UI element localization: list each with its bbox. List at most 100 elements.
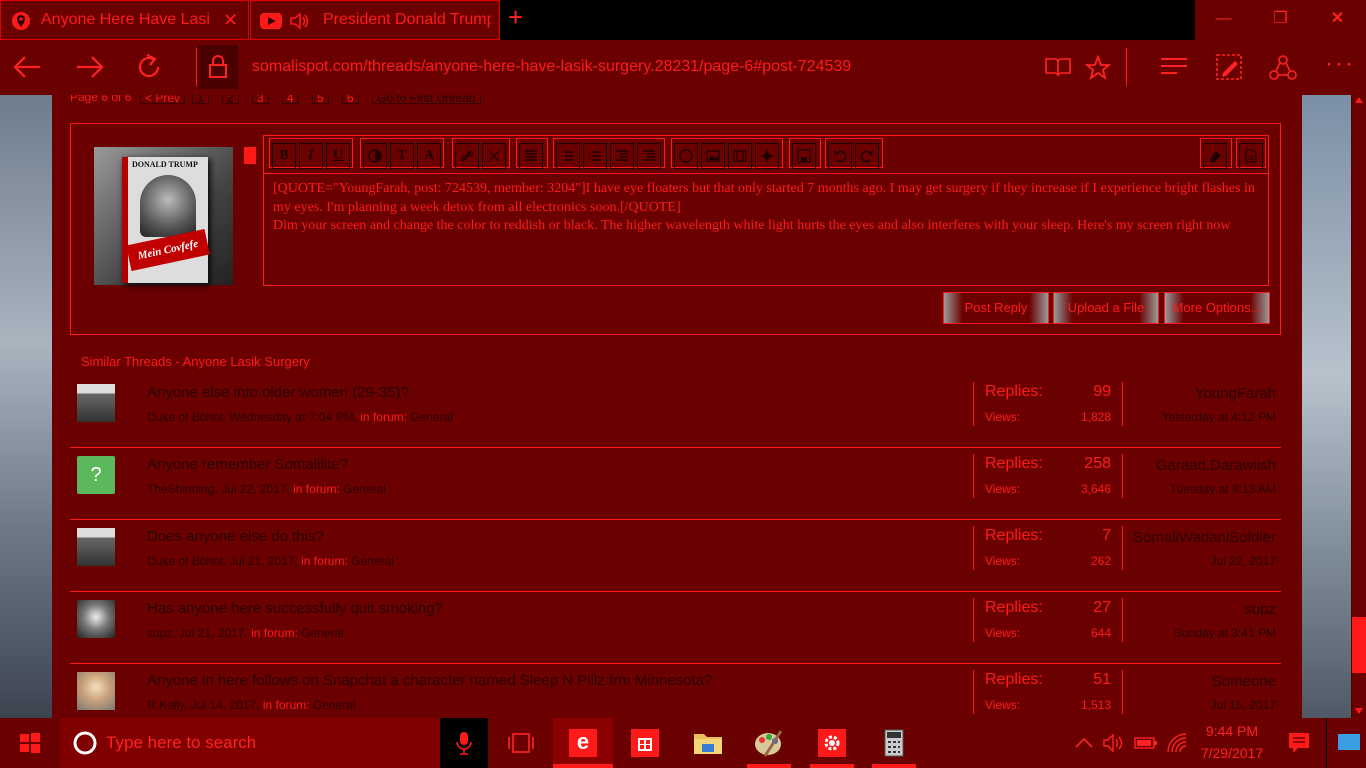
forum-link[interactable]: General <box>301 626 344 640</box>
thread-author[interactable]: R.Kelly <box>147 698 184 712</box>
bold-button[interactable]: B <box>272 143 296 169</box>
favorite-star-icon[interactable] <box>1085 55 1111 81</box>
tab-lasik[interactable]: Anyone Here Have Lasik ✕ <box>0 0 249 40</box>
italic-button[interactable]: I <box>299 143 323 169</box>
thread-author[interactable]: Duke of Bohol <box>147 554 222 568</box>
chevron-up-icon[interactable] <box>1075 737 1093 749</box>
forum-link[interactable]: General <box>410 410 453 424</box>
battery-icon[interactable] <box>1134 735 1158 751</box>
task-view-icon[interactable] <box>508 732 534 754</box>
underline-button[interactable]: U <box>326 143 350 169</box>
calculator-icon[interactable] <box>884 729 904 757</box>
thread-row[interactable]: ? Anyone remember Somalilite? TheShinnin… <box>70 448 1281 520</box>
last-poster[interactable]: Someone <box>1212 673 1276 690</box>
last-poster[interactable]: Garaad.Darawiish <box>1156 457 1276 474</box>
last-post-date[interactable]: Sunday at 3:41 PM <box>1174 626 1276 640</box>
thread-author[interactable]: TheShinning <box>147 482 214 496</box>
thread-row[interactable]: Anyone in here follows on Snapchat a cha… <box>70 664 1281 718</box>
page-link[interactable]: 4 <box>282 95 299 105</box>
web-note-icon[interactable] <box>1215 53 1243 81</box>
insert-button[interactable] <box>755 143 779 169</box>
microphone-button[interactable] <box>440 718 488 768</box>
action-center-icon[interactable] <box>1288 732 1310 754</box>
undo-button[interactable] <box>828 143 852 169</box>
windows-start-icon[interactable] <box>20 733 40 753</box>
tab-trump[interactable]: President Donald Trump <box>250 0 500 40</box>
indent-button[interactable] <box>637 143 661 169</box>
smilie-button[interactable] <box>674 143 698 169</box>
last-post-date[interactable]: Jul 15, 2017 <box>1211 698 1276 712</box>
redo-button[interactable] <box>855 143 879 169</box>
clock-date[interactable]: 7/29/2017 <box>1192 745 1272 761</box>
reading-view-icon[interactable] <box>1045 56 1071 78</box>
forum-link[interactable]: General <box>351 554 394 568</box>
page-link[interactable]: 3 <box>252 95 269 105</box>
scrollbar-thumb[interactable] <box>1352 617 1366 673</box>
thread-author[interactable]: Duke of Bohol <box>147 410 222 424</box>
search-box[interactable]: Type here to search <box>60 718 488 768</box>
more-menu-button[interactable]: ··· <box>1325 50 1355 78</box>
outdent-button[interactable] <box>610 143 634 169</box>
unlink-button[interactable] <box>482 143 506 169</box>
last-poster[interactable]: YoungFarah <box>1195 385 1276 402</box>
paint-icon[interactable] <box>753 728 785 758</box>
media-button[interactable] <box>728 143 752 169</box>
first-unread-link[interactable]: Go to First Unread <box>372 95 481 105</box>
thread-title[interactable]: Does anyone else do this? <box>147 528 324 545</box>
save-draft-button[interactable] <box>792 143 816 169</box>
prev-page-link[interactable]: < Prev <box>140 95 186 105</box>
thread-title[interactable]: Has anyone here successfully quit smokin… <box>147 600 443 617</box>
last-poster[interactable]: SomaliWadaniSoldier <box>1133 529 1276 546</box>
image-button[interactable] <box>701 143 725 169</box>
refresh-icon[interactable] <box>134 52 164 82</box>
bullet-list-button[interactable] <box>556 143 580 169</box>
hub-icon[interactable] <box>1160 56 1188 78</box>
font-family-button[interactable]: A <box>417 143 441 169</box>
back-icon[interactable] <box>12 54 42 80</box>
upload-file-button[interactable]: Upload a File <box>1053 292 1159 324</box>
close-tab-icon[interactable]: ✕ <box>223 1 238 39</box>
taskbar-store[interactable] <box>616 718 674 768</box>
thread-row[interactable]: Does anyone else do this? Duke of Bohol,… <box>70 520 1281 592</box>
remove-formatting-button[interactable] <box>1203 143 1227 169</box>
thread-title[interactable]: Anyone else into older women (29-35)? <box>147 384 409 401</box>
thread-author[interactable]: supz <box>147 626 172 640</box>
forum-link[interactable]: General <box>343 482 386 496</box>
restore-button[interactable]: ❐ <box>1252 0 1309 40</box>
last-post-date[interactable]: Jul 22, 2017 <box>1211 554 1276 568</box>
minimize-button[interactable]: — <box>1195 0 1252 40</box>
settings-icon[interactable] <box>818 729 846 757</box>
new-tab-button[interactable]: + <box>508 2 523 33</box>
file-explorer-icon[interactable] <box>693 730 723 756</box>
page-link[interactable]: 2 <box>222 95 239 105</box>
clock-time[interactable]: 9:44 PM <box>1192 723 1272 739</box>
font-size-button[interactable]: T <box>390 143 414 169</box>
link-button[interactable] <box>455 143 479 169</box>
align-button[interactable] <box>519 143 543 169</box>
scroll-up-icon[interactable] <box>1355 97 1363 103</box>
numbered-list-button[interactable] <box>583 143 607 169</box>
scroll-down-icon[interactable] <box>1355 708 1363 714</box>
thread-title[interactable]: Anyone in here follows on Snapchat a cha… <box>147 672 712 689</box>
thread-title[interactable]: Anyone remember Somalilite? <box>147 456 348 473</box>
taskbar-edge[interactable]: e <box>553 718 613 768</box>
thread-row[interactable]: Has anyone here successfully quit smokin… <box>70 592 1281 664</box>
toggle-bbcode-button[interactable] <box>1239 143 1263 169</box>
post-reply-button[interactable]: Post Reply <box>943 292 1049 324</box>
forward-icon[interactable] <box>75 54 105 80</box>
wifi-icon[interactable] <box>1166 732 1188 754</box>
close-window-button[interactable]: ✕ <box>1309 0 1366 40</box>
page-link[interactable]: 6 <box>342 95 359 105</box>
volume-icon[interactable] <box>1103 733 1125 753</box>
show-desktop-icon[interactable] <box>1338 734 1360 750</box>
thread-row[interactable]: Anyone else into older women (29-35)? Du… <box>70 376 1281 448</box>
share-icon[interactable] <box>1269 54 1297 82</box>
page-link[interactable]: 5 <box>312 95 329 105</box>
page-link[interactable]: 1 <box>192 95 209 105</box>
last-post-date[interactable]: Tuesday at 9:13 AM <box>1170 482 1276 496</box>
lock-area[interactable] <box>198 45 238 89</box>
last-post-date[interactable]: Yesterday at 4:12 PM <box>1162 410 1276 424</box>
forum-link[interactable]: General <box>313 698 356 712</box>
last-poster[interactable]: supz <box>1244 601 1276 618</box>
address-bar[interactable]: somalispot.com/threads/anyone-here-have-… <box>252 58 851 76</box>
